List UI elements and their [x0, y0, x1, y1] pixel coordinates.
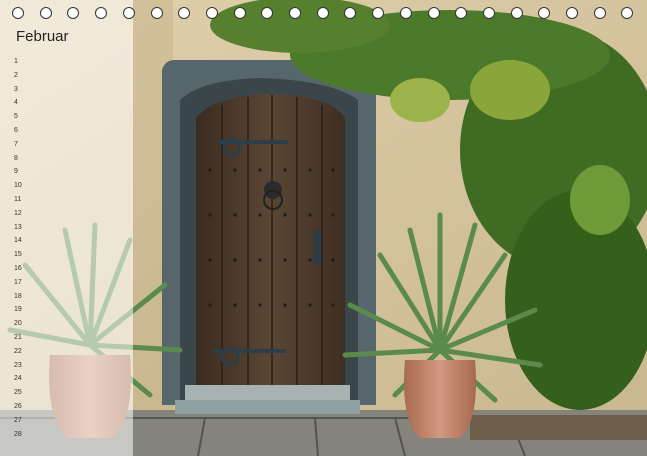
- day-number: 28: [14, 430, 22, 438]
- day-number: 5: [14, 113, 18, 121]
- binding-ring-icon: [150, 7, 163, 19]
- calendar-panel: Februar 1 2 3 4 5 6 7 8 9 10 11 12 13 14 15 16 17 18 19 20 2…: [0, 0, 133, 456]
- binding-ring-icon: [178, 7, 191, 19]
- day-number: 10: [14, 182, 22, 190]
- binding-ring-icon: [67, 7, 80, 19]
- gravel: [470, 415, 647, 440]
- binding-ring-icon: [455, 7, 468, 19]
- binding-ring-icon: [316, 7, 329, 19]
- day-number: 16: [14, 264, 22, 272]
- day-number: 15: [14, 251, 22, 259]
- day-number: 17: [14, 278, 22, 286]
- day-number: 2: [14, 71, 18, 79]
- day-number: 23: [14, 361, 22, 369]
- binding-ring-icon: [510, 7, 523, 19]
- day-number: 27: [14, 416, 22, 424]
- binding-ring-icon: [566, 7, 578, 19]
- binding-rings: [0, 7, 647, 23]
- day-number: 3: [14, 85, 18, 93]
- binding-ring-icon: [95, 7, 108, 19]
- binding-ring-icon: [344, 7, 357, 19]
- day-number: 20: [14, 320, 22, 328]
- binding-ring-icon: [427, 7, 440, 19]
- day-number: 6: [14, 126, 18, 134]
- day-number: 18: [14, 292, 22, 300]
- day-number: 11: [14, 195, 22, 203]
- binding-ring-icon: [122, 7, 135, 19]
- binding-ring-icon: [39, 7, 52, 19]
- day-number: 22: [14, 347, 22, 355]
- binding-ring-icon: [233, 7, 246, 19]
- terracotta-pot-right: [404, 360, 476, 438]
- binding-ring-icon: [621, 7, 634, 19]
- day-list: 1 2 3 4 5 6 7 8 9 10 11 12 13 14 15 16 17 18 19 20 21 22 23 24 2…: [14, 55, 44, 441]
- door-latch-icon: [313, 230, 321, 264]
- day-number: 9: [14, 168, 18, 176]
- binding-ring-icon: [399, 7, 412, 19]
- day-number: 4: [14, 99, 18, 107]
- binding-ring-icon: [261, 7, 274, 19]
- day-number: 24: [14, 375, 22, 383]
- binding-ring-icon: [372, 7, 385, 19]
- day-number: 12: [14, 209, 22, 217]
- day-number: 1: [14, 58, 18, 65]
- door-step-lower: [175, 400, 360, 414]
- binding-ring-icon: [482, 7, 495, 19]
- binding-ring-icon: [12, 7, 24, 19]
- binding-ring-icon: [538, 7, 551, 19]
- day-number: 26: [14, 402, 22, 410]
- binding-ring-icon: [289, 7, 301, 19]
- day-number: 21: [14, 333, 22, 341]
- day-number: 13: [14, 223, 22, 231]
- day-number: 19: [14, 306, 22, 314]
- day-number: 8: [14, 154, 18, 162]
- month-title: Februar: [16, 28, 69, 45]
- day-number: 14: [14, 237, 22, 245]
- binding-ring-icon: [593, 7, 606, 19]
- day-number: 25: [14, 389, 22, 397]
- binding-ring-icon: [205, 7, 218, 19]
- day-number: 7: [14, 140, 18, 148]
